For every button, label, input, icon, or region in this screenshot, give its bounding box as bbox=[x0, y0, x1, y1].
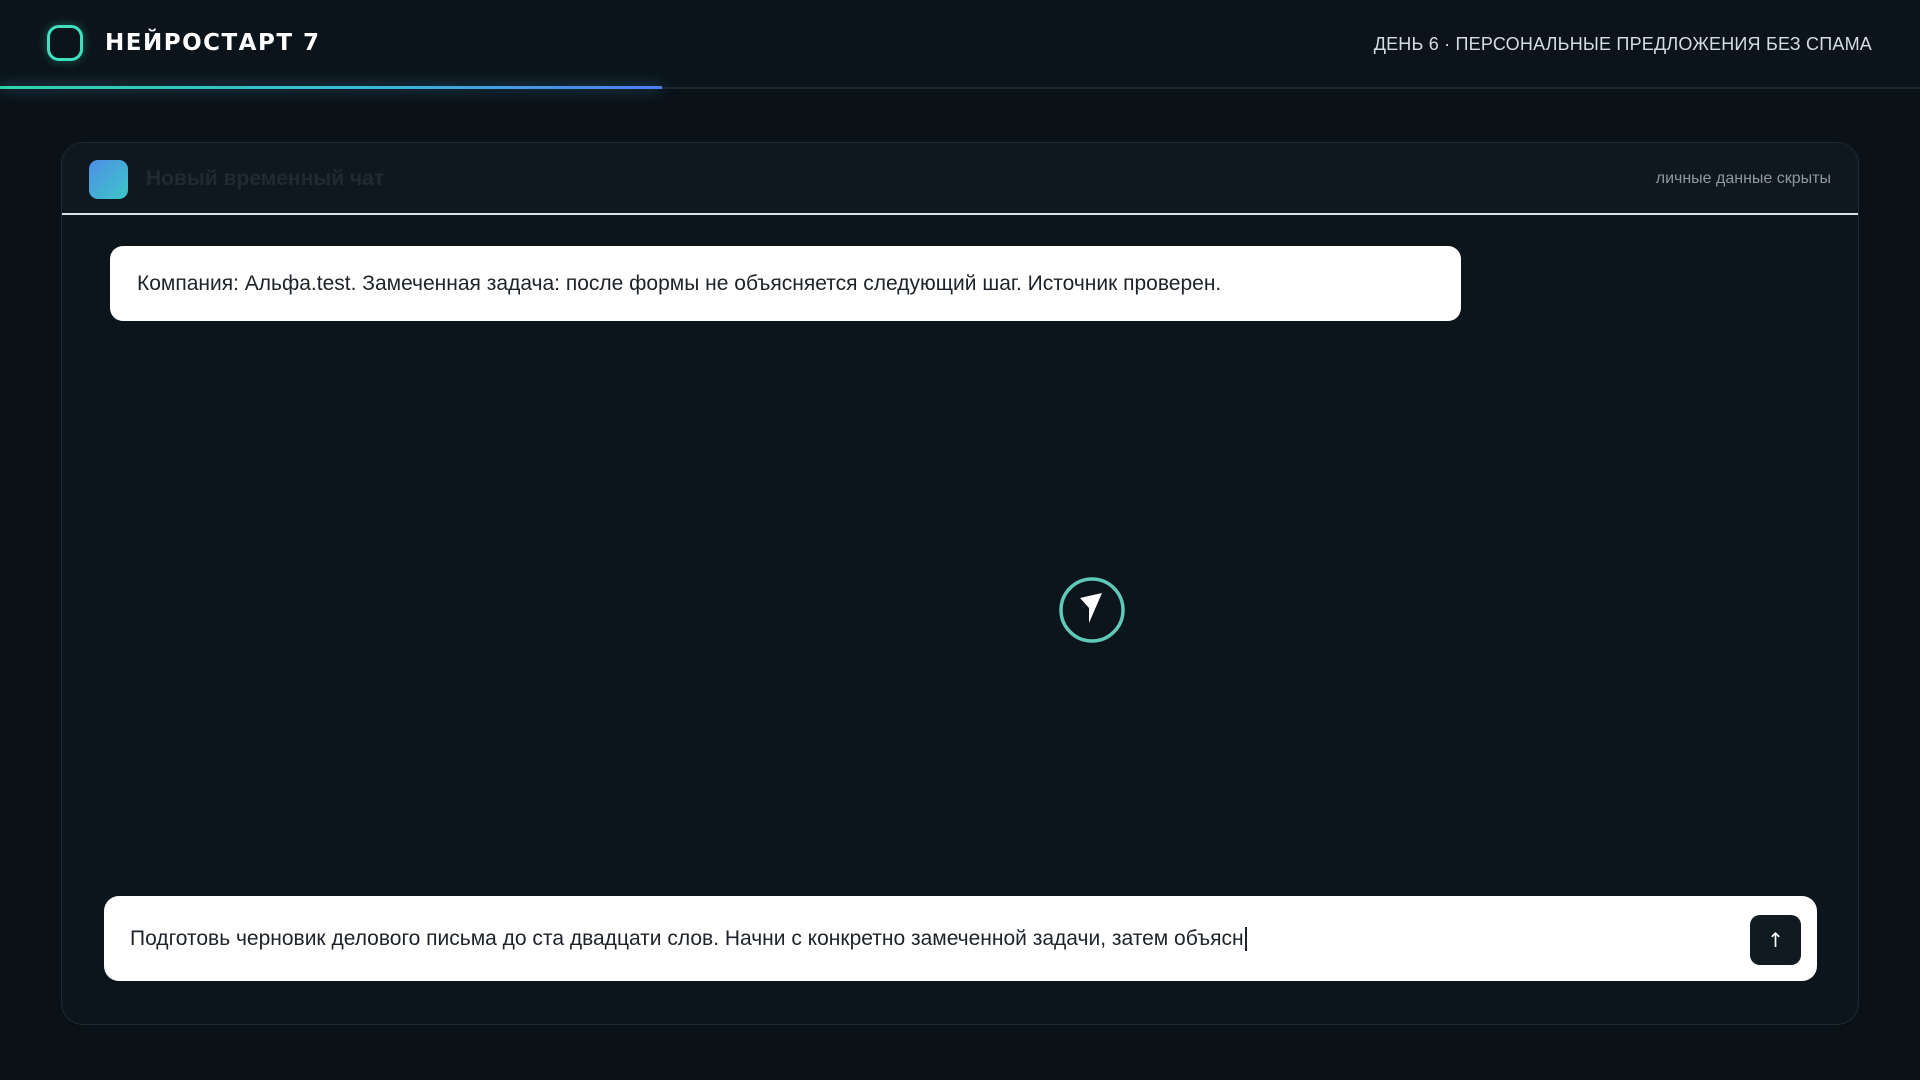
lesson-day-label: ДЕНЬ 6 · ПЕРСОНАЛЬНЫЕ ПРЕДЛОЖЕНИЯ БЕЗ СП… bbox=[1373, 34, 1872, 54]
message-composer[interactable]: Подготовь черновик делового письма до ст… bbox=[104, 896, 1817, 981]
message-input[interactable]: Подготовь черновик делового письма до ст… bbox=[130, 896, 1247, 981]
text-caret bbox=[1244, 926, 1247, 951]
chat-title: Новый временный чат bbox=[146, 167, 385, 190]
privacy-note: личные данные скрыты bbox=[1655, 170, 1831, 187]
arrow-up-icon: ↑ bbox=[1767, 928, 1784, 952]
logo-icon bbox=[47, 25, 83, 61]
send-button[interactable]: ↑ bbox=[1750, 915, 1801, 965]
chat-avatar bbox=[89, 160, 128, 199]
chat-message-text: Компания: Альфа.test. Замеченная задача:… bbox=[137, 271, 1222, 295]
brand-title: НЕЙРОСТАРТ 7 bbox=[105, 30, 321, 56]
chat-message: Компания: Альфа.test. Замеченная задача:… bbox=[110, 246, 1461, 321]
top-bar: НЕЙРОСТАРТ 7 ДЕНЬ 6 · ПЕРСОНАЛЬНЫЕ ПРЕДЛ… bbox=[0, 0, 1920, 89]
chat-header: Новый временный чат личные данные скрыты bbox=[62, 143, 1858, 215]
course-progress-bar bbox=[0, 86, 663, 89]
message-input-value: Подготовь черновик делового письма до ст… bbox=[130, 926, 1244, 950]
chat-window: Новый временный чат личные данные скрыты… bbox=[61, 142, 1859, 1025]
cursor-pointer-icon bbox=[1059, 577, 1125, 643]
